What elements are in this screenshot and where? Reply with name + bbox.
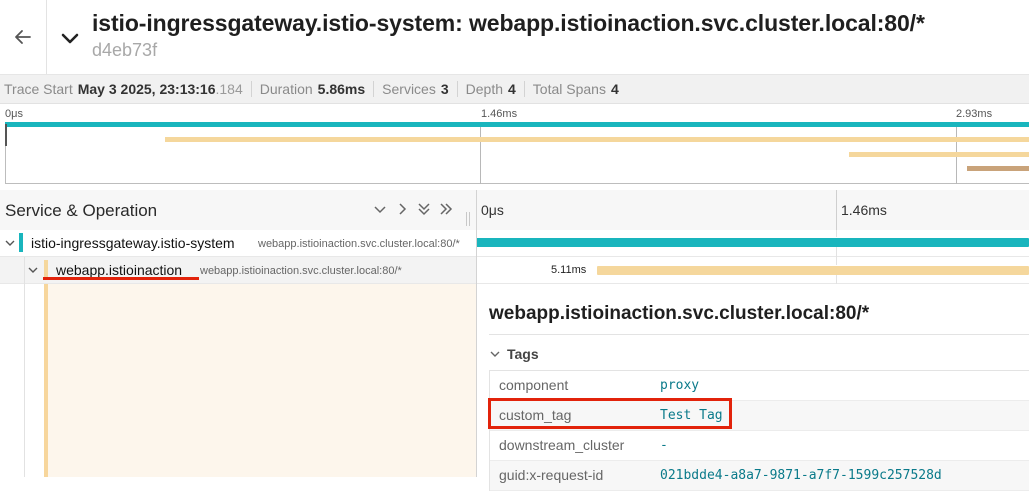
- trace-id: d4eb73f: [92, 40, 158, 60]
- chevron-right-icon: [399, 203, 407, 215]
- tag-key: guid:x-request-id: [499, 467, 604, 483]
- tag-key: downstream_cluster: [499, 437, 625, 453]
- trace-title: istio-ingressgateway.istio-system: webap…: [92, 10, 925, 36]
- chevron-down-icon: [61, 33, 79, 44]
- span-row[interactable]: istio-ingressgateway.istio-system webapp…: [0, 230, 1029, 257]
- duration-value: 5.86ms: [317, 81, 366, 97]
- tag-value: proxy: [660, 378, 700, 393]
- expand-one-button[interactable]: [393, 200, 411, 218]
- timeline-gridline: [836, 247, 837, 257]
- timeline-gridline: [836, 230, 837, 237]
- total-spans-label: Total Spans: [532, 81, 606, 97]
- double-chevron-down-icon: [418, 203, 430, 216]
- trace-start-value: May 3 2025, 23:13:16: [77, 81, 216, 97]
- highlight-underline: [43, 277, 199, 280]
- detail-divider: [489, 334, 1029, 335]
- total-spans-value: 4: [610, 81, 619, 97]
- span-toggle[interactable]: [3, 236, 17, 250]
- span-bar[interactable]: [597, 266, 1029, 275]
- summary-duration: Duration 5.86ms: [250, 81, 373, 97]
- span-duration-label: 5.11ms: [551, 264, 587, 276]
- trace-header: istio-ingressgateway.istio-system: webap…: [0, 0, 1029, 75]
- trace-minimap[interactable]: 0μs 1.46ms 2.93ms: [0, 104, 1029, 191]
- summary-services: Services 3: [373, 81, 456, 97]
- services-label: Services: [382, 81, 436, 97]
- service-operation-header: Service & Operation: [5, 201, 158, 220]
- minimap-tick: 2.93ms: [956, 108, 993, 120]
- tag-row[interactable]: downstream_cluster -: [490, 431, 1029, 461]
- column-resizer[interactable]: [466, 212, 470, 226]
- timeline-tick: 1.46ms: [841, 202, 887, 218]
- minimap-handle[interactable]: [5, 124, 7, 146]
- collapse-trace-button[interactable]: [58, 26, 82, 50]
- tag-value: -: [660, 438, 668, 453]
- span-operation-name: webapp.istioinaction.svc.cluster.local:8…: [200, 265, 402, 277]
- span-detail-title: webapp.istioinaction.svc.cluster.local:8…: [489, 303, 870, 324]
- tag-row[interactable]: guid:x-request-id 021bdde4-a8a7-9871-a7f…: [490, 461, 1029, 491]
- span-detail-background: [48, 284, 476, 477]
- minimap-gridline: [480, 124, 481, 184]
- services-value: 3: [440, 81, 449, 97]
- collapse-one-button[interactable]: [371, 200, 389, 218]
- highlight-box: [488, 398, 732, 429]
- timeline-gridline: [836, 190, 837, 230]
- tags-table: component proxy custom_tag Test Tag down…: [489, 370, 1029, 491]
- span-bar[interactable]: [476, 238, 1029, 247]
- tag-row[interactable]: component proxy: [490, 371, 1029, 401]
- timeline-gridline: [836, 257, 837, 265]
- trace-start-ms: .184: [215, 81, 243, 97]
- minimap-span-bar: [849, 152, 1029, 157]
- summary-depth: Depth 4: [456, 81, 524, 97]
- span-service-name: webapp.istioinaction: [56, 262, 183, 278]
- minimap-tick: 1.46ms: [481, 108, 518, 120]
- tags-section-label: Tags: [507, 346, 539, 362]
- arrow-left-icon: [15, 30, 31, 44]
- summary-total-spans: Total Spans 4: [523, 81, 627, 97]
- collapse-all-button[interactable]: [415, 200, 433, 218]
- minimap-span-bar: [165, 137, 1029, 142]
- span-detail-accent: [44, 284, 48, 477]
- chevron-down-icon: [374, 206, 386, 214]
- minimap-tick: 0μs: [5, 108, 23, 120]
- depth-value: 4: [508, 81, 516, 97]
- span-service-name: istio-ingressgateway.istio-system: [31, 235, 235, 251]
- tag-value: 021bdde4-a8a7-9871-a7f7-1599c257528d: [660, 468, 942, 483]
- tree-indent-line: [24, 257, 25, 284]
- summary-trace-start: Trace Start May 3 2025, 23:13:16.184: [0, 81, 251, 97]
- chevron-down-icon: [490, 351, 500, 357]
- chevron-down-icon: [28, 267, 38, 273]
- expand-all-button[interactable]: [437, 200, 455, 218]
- timeline-gridline: [836, 275, 837, 284]
- service-color-marker: [19, 233, 23, 252]
- depth-label: Depth: [465, 81, 503, 97]
- trace-start-label: Trace Start: [4, 81, 73, 97]
- back-button[interactable]: [0, 0, 47, 74]
- chevron-down-icon: [5, 240, 15, 246]
- tags-section-toggle[interactable]: Tags: [489, 344, 539, 364]
- timeline-tick: 0μs: [481, 202, 504, 218]
- span-operation-name: webapp.istioinaction.svc.cluster.local:8…: [258, 238, 460, 250]
- span-toggle[interactable]: [26, 263, 40, 277]
- duration-label: Duration: [259, 81, 313, 97]
- minimap-span-bar: [5, 122, 1029, 127]
- minimap-span-bar: [967, 166, 1029, 171]
- trace-summary-bar: Trace Start May 3 2025, 23:13:16.184 Dur…: [0, 75, 1029, 104]
- tree-indent-line: [24, 284, 25, 477]
- double-chevron-right-icon: [440, 203, 453, 215]
- span-table-header: Service & Operation 0μs 1.46ms: [0, 190, 1029, 231]
- tag-key: component: [499, 377, 569, 393]
